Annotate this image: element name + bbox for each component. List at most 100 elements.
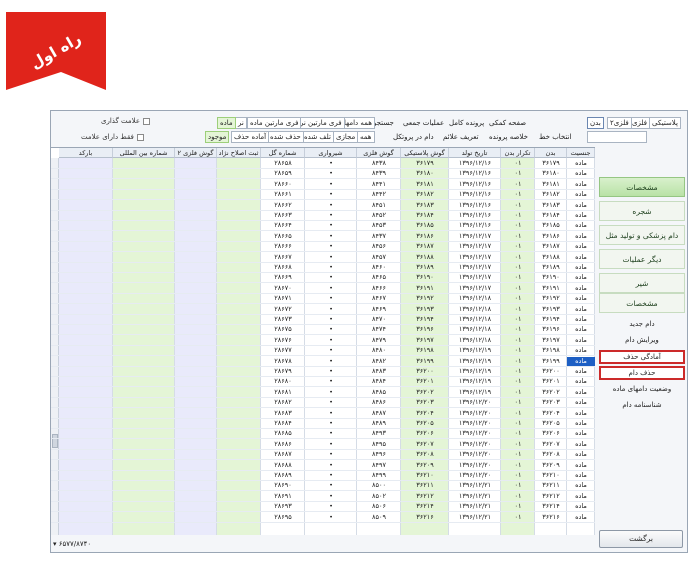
column-header[interactable]: بارکد [59, 148, 113, 158]
table-cell: ۳۶۲۰۴ [542, 408, 560, 417]
table-cell: • [329, 398, 333, 407]
panel-section-3[interactable]: دیگر عملیات [599, 249, 685, 269]
filter-virtual[interactable]: مجازی [333, 131, 359, 143]
table-cell: ۳۶۲۱۱ [416, 481, 434, 490]
table-cell: • [329, 346, 333, 355]
column-header[interactable]: شماره گل [261, 148, 305, 158]
table-cell: ۰۱ [514, 512, 522, 521]
table-cell: ۱۳۹۶/۱۲/۱۶ [458, 211, 492, 219]
table-cell: ۸۴۸۹ [372, 419, 386, 427]
column-header[interactable]: تاریخ تولد [449, 148, 501, 158]
table-cell: ۲۸۶۸۱ [274, 387, 292, 396]
filter-removed[interactable]: حذف شده [267, 131, 304, 143]
panel-section-2[interactable]: دام پزشکی و تولید مثل [599, 225, 685, 245]
table-cell: ۳۶۱۸۵ [416, 221, 434, 230]
select-line-link[interactable]: انتخاب خط [539, 133, 571, 141]
table-cell: ۳۶۲۰۸ [542, 450, 560, 459]
panel-item-0[interactable]: دام جدید [599, 317, 685, 331]
only-marked-checkbox[interactable]: فقط دارای علامت [81, 133, 144, 141]
table-cell: ۳۶۱۹۲ [416, 294, 434, 303]
filter-all-animals[interactable]: همه دامها [341, 117, 375, 129]
table-cell: ۸۴۸۶ [372, 398, 386, 407]
table-cell: ۸۴۵۲ [372, 211, 386, 219]
table-cell: ۳۶۲۱۲ [542, 491, 560, 500]
filter-all[interactable]: همه [357, 131, 375, 143]
column-header[interactable]: تکرار بدن [501, 148, 535, 158]
animals-table: جنسیت بدن تکرار بدن تاریخ تولد گوش پلاستیکی گ… [51, 147, 595, 535]
mark-checkbox[interactable]: علامت گذاری [101, 117, 151, 125]
panel-item-5[interactable]: شناسنامه دام [599, 398, 685, 412]
filter-female[interactable]: ماده [217, 117, 236, 129]
filter-freemartin-female[interactable]: فری مارتین ماده [247, 117, 302, 129]
panel-item-4[interactable]: وضعیت دامهای ماده [599, 382, 685, 396]
column-header[interactable]: بدن [535, 148, 567, 158]
panel-item-2[interactable]: آمادگی حذف [599, 350, 685, 364]
table-cell: ۳۶۲۱۶ [542, 512, 560, 521]
tab-plastic[interactable]: پلاستیکی [649, 117, 681, 129]
search-input[interactable] [587, 131, 647, 143]
table-cell: ۰۱ [514, 294, 522, 303]
vertical-scrollbar[interactable] [51, 158, 59, 535]
table-cell: ۳۶۱۹۸ [542, 346, 560, 355]
table-cell: ماده [575, 408, 587, 417]
filter-ready-remove[interactable]: آماده حذف [231, 131, 270, 143]
table-cell: ۱۳۹۶/۱۲/۲۰ [458, 460, 492, 469]
panel-section-1[interactable]: شجره [599, 201, 685, 221]
table-cell: ۳۶۲۱۰ [542, 471, 560, 479]
checkbox-box[interactable] [136, 133, 144, 141]
tab-metal2[interactable]: فلزی۲ [607, 117, 632, 129]
tab-metal[interactable]: فلزی [629, 117, 651, 129]
table-cell: ماده [575, 460, 587, 469]
table-cell: ۲۸۶۷۱ [274, 294, 292, 303]
panel-item-1[interactable]: ویرایش دام [599, 333, 685, 347]
table-cell: ۱۳۹۶/۱۲/۱۸ [458, 325, 492, 334]
table-cell: ماده [575, 211, 587, 219]
search-label: جستجو [373, 119, 394, 127]
table-cell: ماده [575, 190, 587, 199]
tab-body[interactable]: بدن [587, 117, 604, 129]
filter-male[interactable]: نر [235, 117, 247, 129]
table-cell: ۳۶۱۸۶ [416, 231, 434, 240]
checkbox-box[interactable] [143, 117, 151, 125]
column-header[interactable]: گوش فلزی [357, 148, 401, 158]
table-cell: ۰۱ [514, 335, 522, 344]
bulk-ops-link[interactable]: عملیات جمعی [403, 119, 444, 127]
column-header[interactable]: گوش پلاستیکی [401, 148, 449, 158]
table-cell: ۳۶۱۷۹ [542, 159, 560, 167]
table-row[interactable] [51, 521, 595, 523]
panel-section-4[interactable]: شیر [599, 273, 685, 293]
table-cell: ۸۴۹۳ [372, 429, 386, 438]
animal-in-protocol-link[interactable]: دام در پروتکل [393, 133, 434, 141]
table-cell: ۳۶۱۹۲ [542, 294, 560, 303]
table-cell: • [329, 387, 333, 396]
back-button[interactable]: برگشت [599, 530, 683, 548]
filter-dead[interactable]: تلف شده [301, 131, 334, 143]
table-cell: ۸۴۸۰ [372, 346, 386, 355]
table-cell: ۳۶۱۸۳ [416, 200, 434, 209]
filter-existing[interactable]: موجود [205, 131, 230, 143]
column-header[interactable]: شماره بین المللی [113, 148, 175, 158]
table-cell: ماده [575, 398, 587, 407]
file-summary-link[interactable]: خلاصه پرونده [489, 133, 528, 141]
table-cell: ۳۶۱۸۷ [416, 242, 434, 251]
panel-section-5[interactable]: مشخصات [599, 293, 685, 313]
column-header[interactable]: شیرواری [305, 148, 357, 158]
table-cell: ۸۴۸۷ [372, 408, 386, 417]
full-file-link[interactable]: پرونده کامل [449, 119, 484, 127]
help-page-link[interactable]: صفحه کمکی [489, 119, 526, 127]
table-cell: ۰۱ [514, 231, 522, 240]
panel-item-3[interactable]: حذف دام [599, 366, 685, 380]
table-cell: ماده [575, 200, 587, 209]
table-cell: ۳۶۲۰۴ [416, 408, 434, 417]
table-cell: ماده [575, 377, 587, 386]
table-cell: ۰۱ [514, 387, 522, 396]
define-signs-link[interactable]: تعریف علائم [443, 133, 479, 141]
column-header[interactable]: گوش فلزی ۲ [175, 148, 217, 158]
scroll-thumb[interactable] [52, 434, 58, 448]
column-header[interactable]: ثبت اصلاح نژاد [217, 148, 261, 158]
panel-section-0[interactable]: مشخصات [599, 177, 685, 197]
table-cell: ۸۴۸۵ [372, 387, 386, 396]
column-header[interactable]: جنسیت [567, 148, 595, 158]
filter-freemartin-male[interactable]: فری مارتین نر [297, 117, 345, 129]
table-cell: ۳۶۱۸۰ [416, 169, 434, 178]
